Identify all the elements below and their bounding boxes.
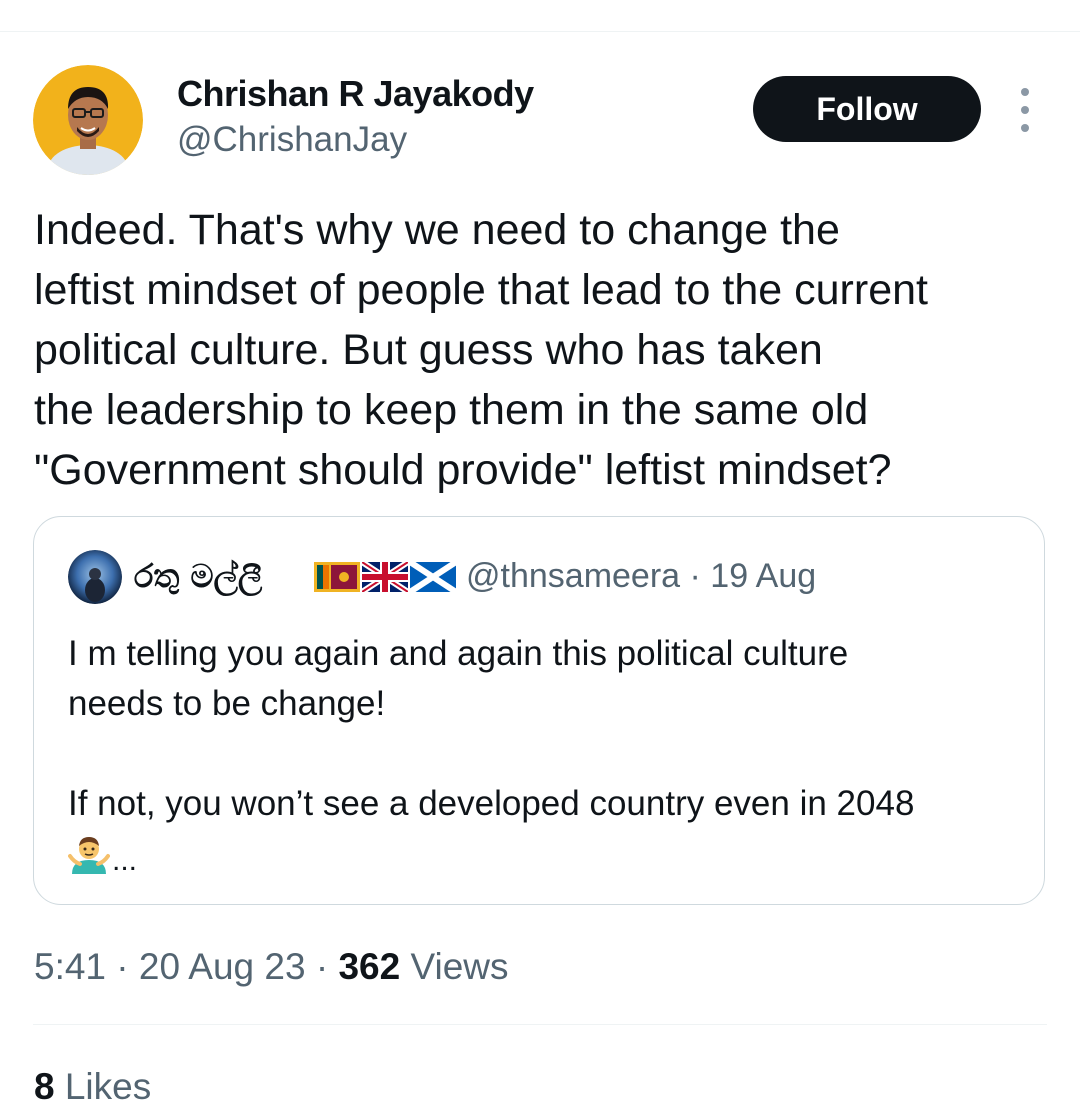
meta-divider bbox=[33, 1024, 1047, 1025]
avatar-image bbox=[33, 65, 143, 175]
man-shrugging-icon bbox=[68, 837, 110, 874]
scotland-flag-icon bbox=[410, 562, 456, 592]
views-label: Views bbox=[410, 946, 509, 987]
author-avatar[interactable] bbox=[33, 65, 143, 175]
follow-button[interactable]: Follow bbox=[753, 76, 981, 142]
quoted-tweet-card[interactable]: රතු මල්ලී @thnsameera · 19 Aug I m telli… bbox=[33, 516, 1045, 905]
likes-label: Likes bbox=[64, 1066, 152, 1107]
quoted-author-name[interactable]: රතු මල්ලී bbox=[134, 557, 262, 596]
author-name[interactable]: Chrishan R Jayakody bbox=[177, 73, 534, 115]
quoted-handle-line: @thnsameera · 19 Aug bbox=[466, 557, 816, 596]
more-options-icon[interactable] bbox=[1008, 88, 1042, 132]
quoted-trailing: ... bbox=[68, 834, 137, 876]
separator-dot: · bbox=[689, 557, 701, 595]
views-count: 362 bbox=[338, 946, 401, 987]
quoted-author-handle[interactable]: @thnsameera bbox=[466, 557, 680, 595]
likes-count: 8 bbox=[34, 1066, 55, 1107]
uk-flag-icon bbox=[362, 562, 408, 592]
quoted-author-avatar[interactable] bbox=[68, 550, 122, 604]
quoted-date[interactable]: 19 Aug bbox=[710, 557, 816, 595]
separator-dot: · bbox=[315, 946, 329, 987]
flag-emojis bbox=[314, 562, 456, 592]
tweet-text: Indeed. That's why we need to change the… bbox=[34, 206, 928, 494]
truncation-ellipsis: ... bbox=[112, 844, 138, 877]
likes-link[interactable]: 8 Likes bbox=[34, 1066, 151, 1108]
sri-lanka-flag-icon bbox=[314, 562, 360, 592]
tweet-date[interactable]: 20 Aug 23 bbox=[139, 946, 306, 987]
top-divider bbox=[0, 31, 1080, 32]
separator-dot: · bbox=[116, 946, 129, 987]
author-handle[interactable]: @ChrishanJay bbox=[177, 120, 407, 160]
quoted-avatar-image bbox=[68, 550, 122, 604]
quoted-tweet-text: I m telling you again and again this pol… bbox=[68, 634, 915, 823]
tweet-meta: 5:41 · 20 Aug 23 · 362 Views bbox=[34, 946, 509, 988]
tweet-time[interactable]: 5:41 bbox=[34, 946, 106, 987]
